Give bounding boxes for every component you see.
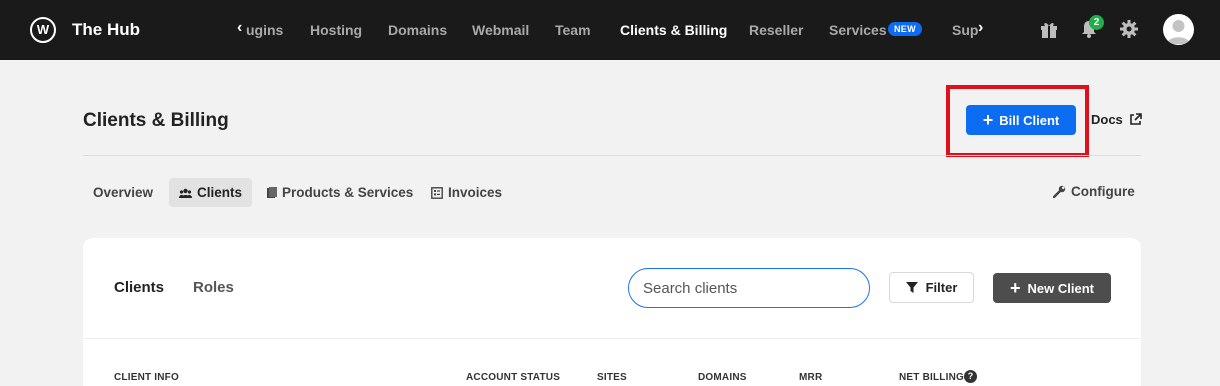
column-header-domains[interactable]: DOMAINS [698, 372, 747, 383]
nav-item-plugins[interactable]: ugins [246, 22, 283, 38]
nav-item-team[interactable]: Team [555, 22, 591, 38]
book-icon [267, 186, 277, 198]
nav-item-domains[interactable]: Domains [388, 22, 447, 38]
tab-label: Clients [197, 185, 243, 200]
gift-icon[interactable] [1038, 18, 1060, 40]
invoice-icon [431, 186, 443, 199]
docs-label: Docs [1091, 112, 1123, 127]
filter-button[interactable]: Filter [889, 272, 974, 303]
hub-logo-icon[interactable]: W [30, 17, 56, 43]
card-tab-clients[interactable]: Clients [114, 279, 164, 296]
new-badge: NEW [888, 22, 922, 36]
bill-client-button[interactable]: + Bill Client [966, 105, 1076, 135]
help-icon[interactable]: ? [964, 370, 977, 383]
wrench-icon [1053, 185, 1066, 198]
gear-icon[interactable] [1118, 18, 1140, 40]
column-header-account-status[interactable]: ACCOUNT STATUS [466, 372, 560, 383]
clients-card [83, 238, 1141, 386]
tab-products-services[interactable]: Products & Services [256, 178, 423, 207]
card-tab-roles[interactable]: Roles [193, 279, 234, 296]
configure-button[interactable]: Configure [1053, 184, 1135, 199]
column-header-sites[interactable]: SITES [597, 372, 627, 383]
nav-item-support[interactable]: Sup [952, 22, 978, 38]
nav-item-reseller[interactable]: Reseller [749, 22, 803, 38]
tab-label: Invoices [448, 185, 503, 200]
user-avatar[interactable] [1163, 14, 1194, 45]
card-divider [83, 338, 1141, 339]
bill-client-label: Bill Client [999, 112, 1060, 128]
user-silhouette-icon [1167, 20, 1190, 44]
tab-label: Products & Services [282, 185, 414, 200]
nav-item-webmail[interactable]: Webmail [472, 22, 529, 38]
users-icon [179, 188, 192, 198]
nav-item-clients-billing[interactable]: Clients & Billing [620, 22, 727, 38]
top-navigation-bar: W The Hub ‹ ugins Hosting Domains Webmai… [0, 0, 1220, 60]
tab-label: Overview [93, 185, 154, 200]
header-divider [83, 155, 1141, 156]
search-clients-input[interactable] [628, 268, 870, 308]
external-link-icon [1129, 113, 1142, 125]
notification-count-badge: 2 [1089, 15, 1104, 30]
nav-scroll-right-icon[interactable]: › [978, 19, 983, 37]
tab-overview[interactable]: Overview [83, 178, 163, 207]
nav-scroll-left-icon[interactable]: ‹ [237, 19, 242, 37]
column-header-net-billing[interactable]: NET BILLING [899, 372, 964, 383]
nav-item-services[interactable]: Services [829, 22, 887, 38]
tab-invoices[interactable]: Invoices [421, 178, 512, 207]
brand-name: The Hub [72, 20, 140, 39]
filter-label: Filter [925, 280, 958, 295]
new-client-label: New Client [1027, 280, 1094, 296]
nav-item-hosting[interactable]: Hosting [310, 22, 362, 38]
new-client-button[interactable]: + New Client [993, 273, 1111, 303]
plus-icon: + [982, 110, 994, 130]
page-title: Clients & Billing [83, 110, 229, 131]
docs-link[interactable]: Docs [1091, 112, 1142, 127]
filter-icon [905, 282, 918, 293]
configure-label: Configure [1071, 184, 1135, 199]
plus-icon: + [1010, 278, 1021, 298]
column-header-mrr[interactable]: MRR [799, 372, 822, 383]
tab-clients[interactable]: Clients [169, 178, 253, 207]
column-header-client-info[interactable]: CLIENT INFO [114, 372, 179, 383]
